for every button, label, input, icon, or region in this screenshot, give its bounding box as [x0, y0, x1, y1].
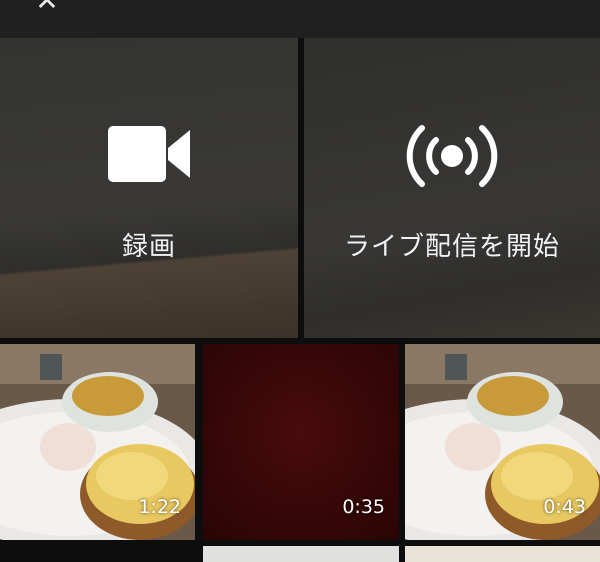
- close-icon[interactable]: ✕: [32, 0, 62, 15]
- live-broadcast-icon: [406, 125, 498, 187]
- go-live-label: ライブ配信を開始: [343, 232, 560, 262]
- top-bar: ✕: [0, 0, 600, 38]
- video-thumbnail-partial[interactable]: [203, 546, 399, 562]
- video-duration: 1:22: [138, 496, 181, 518]
- video-thumbnail[interactable]: 1:22: [0, 344, 195, 540]
- video-duration: 0:43: [543, 496, 586, 518]
- record-button[interactable]: 録画: [0, 38, 298, 338]
- video-thumbnail[interactable]: 0:35: [203, 344, 399, 540]
- video-thumbnail[interactable]: 0:43: [405, 344, 600, 540]
- video-camera-icon: [108, 126, 190, 182]
- video-duration: 0:35: [342, 496, 385, 518]
- record-label: 録画: [121, 232, 176, 262]
- video-thumbnail-partial[interactable]: [405, 546, 600, 562]
- go-live-button[interactable]: ライブ配信を開始: [304, 38, 600, 338]
